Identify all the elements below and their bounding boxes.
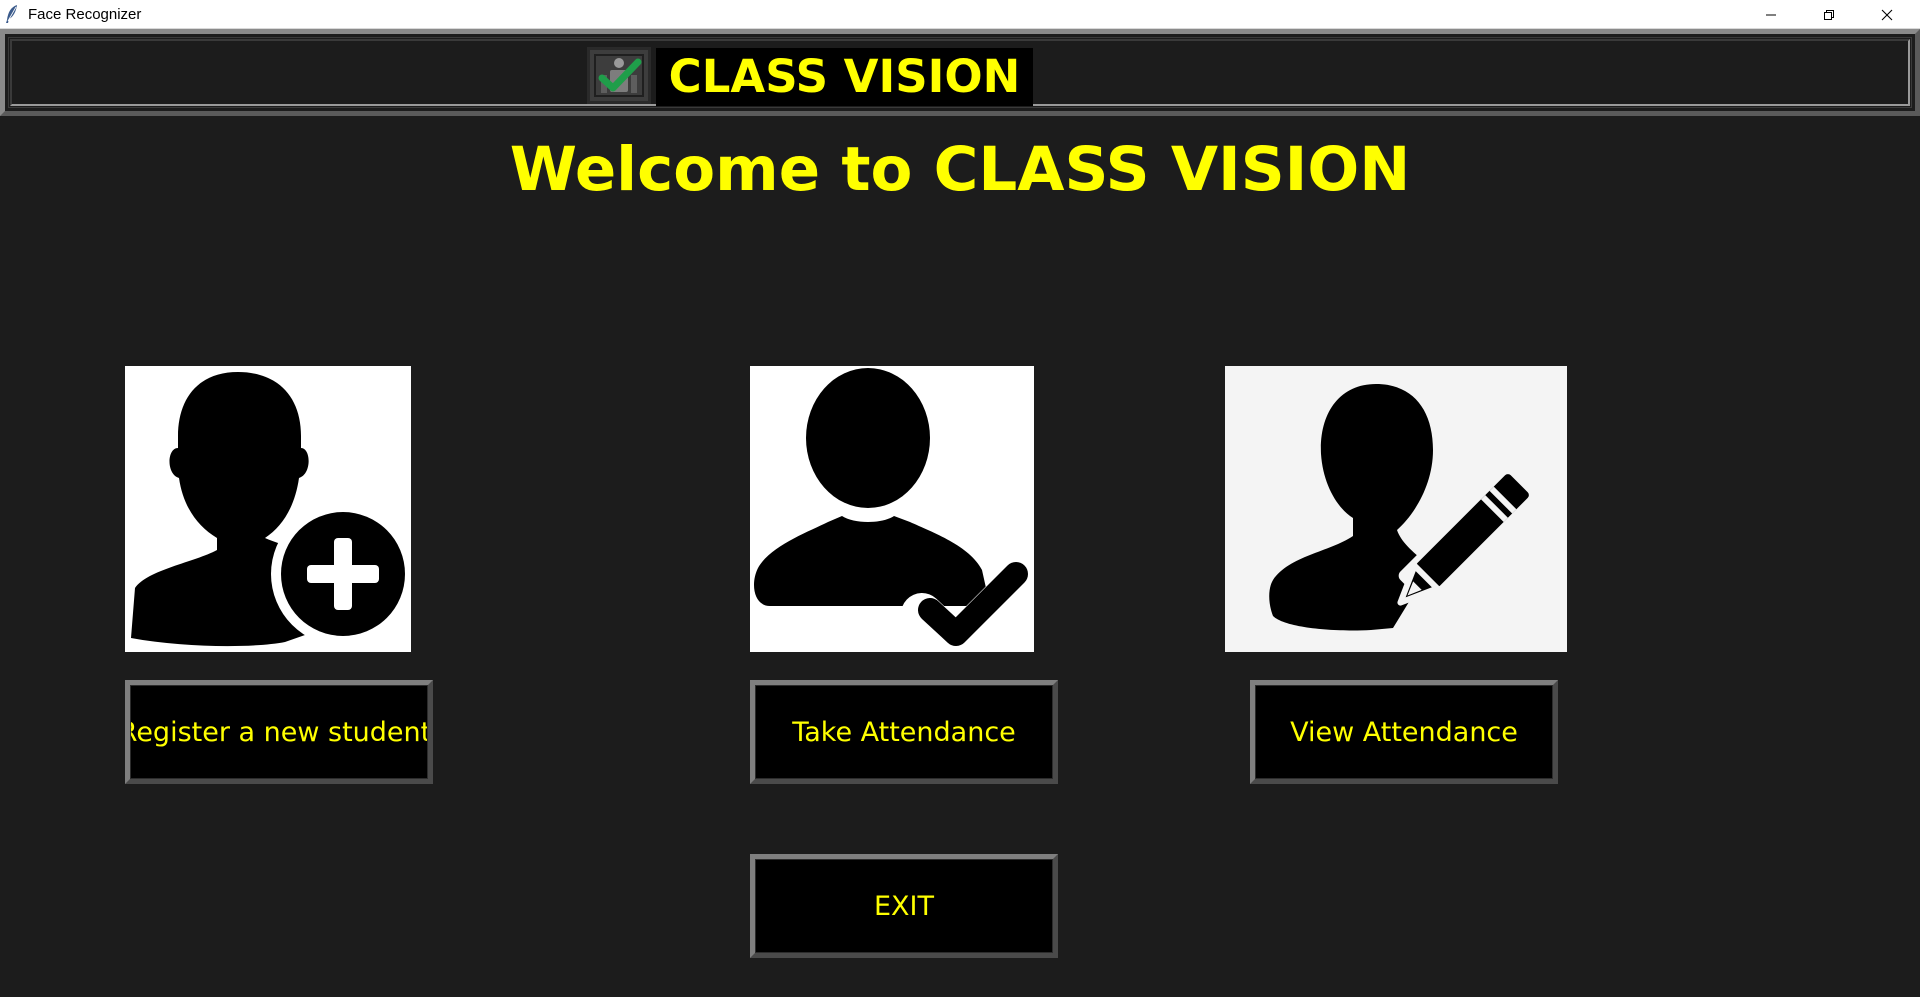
user-edit-icon xyxy=(1225,366,1567,652)
add-user-icon xyxy=(125,366,411,652)
restore-icon xyxy=(1823,9,1835,21)
window-title: Face Recognizer xyxy=(28,6,142,23)
take-attendance-button-label: Take Attendance xyxy=(792,716,1016,748)
minimize-button[interactable] xyxy=(1742,0,1800,29)
view-attendance-button[interactable]: View Attendance xyxy=(1250,680,1558,784)
exit-button[interactable]: EXIT xyxy=(750,854,1058,958)
feather-icon xyxy=(5,4,19,24)
take-attendance-button[interactable]: Take Attendance xyxy=(750,680,1058,784)
restore-button[interactable] xyxy=(1800,0,1858,29)
register-student-button[interactable]: Register a new student xyxy=(125,680,433,784)
window-titlebar: Face Recognizer xyxy=(0,0,1920,29)
user-check-icon xyxy=(750,366,1034,652)
close-button[interactable] xyxy=(1858,0,1916,29)
exit-button-label: EXIT xyxy=(873,890,934,922)
view-attendance-button-label: View Attendance xyxy=(1290,716,1518,748)
minimize-icon xyxy=(1765,9,1777,21)
attendance-check-icon xyxy=(587,47,651,104)
close-icon xyxy=(1881,9,1893,21)
register-student-button-label: Register a new student xyxy=(125,716,432,748)
app-title: CLASS VISION xyxy=(656,48,1033,106)
welcome-heading: Welcome to CLASS VISION xyxy=(509,134,1411,205)
